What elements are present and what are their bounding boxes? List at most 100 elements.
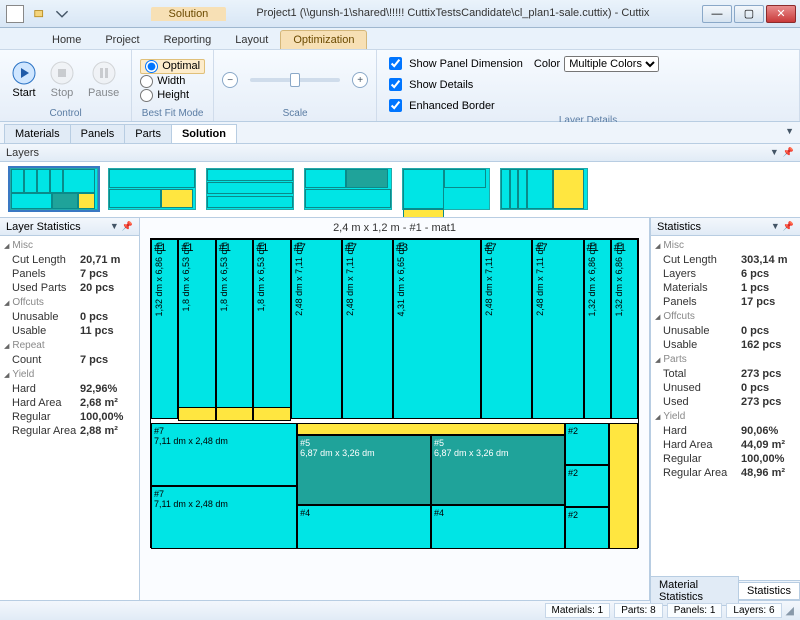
stat-row: Layers6 pcs bbox=[655, 267, 796, 281]
fitmode-height-radio[interactable] bbox=[140, 89, 153, 102]
cut-piece[interactable]: 1,32 dm x 6,86 dm#1 bbox=[151, 239, 178, 419]
layout-canvas[interactable]: 2,4 m x 1,2 m - #1 - mat1 1,32 dm x 6,86… bbox=[140, 218, 650, 600]
offcut-piece[interactable] bbox=[609, 423, 638, 549]
stat-row: Hard92,96% bbox=[4, 382, 135, 396]
qat-open-icon[interactable] bbox=[30, 4, 50, 24]
cut-piece[interactable]: 1,8 dm x 6,53 dm#1 bbox=[216, 239, 253, 419]
fitmode-width[interactable]: Width bbox=[140, 75, 205, 88]
ribbon-tab-optimization[interactable]: Optimization bbox=[280, 30, 367, 49]
layers-dropdown-icon[interactable]: ▼ bbox=[770, 147, 779, 158]
cut-piece[interactable]: 2,48 dm x 7,11 dm#7 bbox=[481, 239, 532, 419]
cut-piece[interactable]: 4,31 dm x 6,65 dm#3 bbox=[393, 239, 482, 419]
start-button[interactable]: Start bbox=[8, 59, 40, 101]
titlebar: Solution Project1 (\\gunsh-1\shared\!!!!… bbox=[0, 0, 800, 28]
start-label: Start bbox=[12, 87, 35, 99]
cut-piece[interactable]: 2,48 dm x 7,11 dm#7 bbox=[291, 239, 342, 419]
cut-piece[interactable]: 1,32 dm x 6,86 dm#1 bbox=[611, 239, 638, 419]
stats-dropdown-icon[interactable]: ▼ bbox=[771, 221, 780, 232]
ribbon-tab-project[interactable]: Project bbox=[93, 31, 151, 49]
stats-title: Statistics bbox=[657, 221, 701, 233]
resize-grip-icon[interactable]: ◢ bbox=[786, 604, 794, 617]
cut-piece[interactable]: 1,8 dm x 6,53 dm#1 bbox=[253, 239, 290, 419]
ribbon-group-layerdetails: Show Panel Dimension Color Multiple Colo… bbox=[377, 50, 800, 121]
tab-materials[interactable]: Materials bbox=[4, 124, 71, 143]
status-layers: Layers: 6 bbox=[726, 603, 781, 618]
layer-thumb-5[interactable] bbox=[402, 168, 490, 210]
stat-group[interactable]: Yield bbox=[4, 367, 135, 382]
cut-piece[interactable]: 1,32 dm x 6,86 dm#1 bbox=[584, 239, 611, 419]
zoom-slider[interactable] bbox=[250, 78, 340, 82]
offcut-piece[interactable] bbox=[297, 423, 565, 435]
stat-group[interactable]: Offcuts bbox=[4, 295, 135, 310]
ribbon-tab-layout[interactable]: Layout bbox=[223, 31, 280, 49]
cut-piece[interactable]: #77,11 dm x 2,48 dm bbox=[151, 423, 297, 486]
fitmode-height[interactable]: Height bbox=[140, 89, 205, 102]
cut-piece[interactable]: 1,8 dm x 6,53 dm#1 bbox=[178, 239, 215, 419]
offcut-piece[interactable] bbox=[178, 407, 215, 421]
stat-group[interactable]: Repeat bbox=[4, 338, 135, 353]
stat-group[interactable]: Parts bbox=[655, 352, 796, 367]
ribbon-tabs: Home Project Reporting Layout Optimizati… bbox=[0, 28, 800, 50]
cut-piece[interactable]: #4 bbox=[431, 505, 565, 549]
stat-row: Regular Area48,96 m² bbox=[655, 466, 796, 480]
stats-bottom-tabs: Material Statistics Statistics bbox=[651, 580, 800, 600]
close-button[interactable]: ✕ bbox=[766, 5, 796, 23]
stats-pin-icon[interactable]: 📌 bbox=[783, 221, 794, 232]
offcut-piece[interactable] bbox=[253, 407, 290, 421]
layer-thumb-4[interactable] bbox=[304, 168, 392, 210]
pause-label: Pause bbox=[88, 87, 119, 99]
fitmode-optimal-radio[interactable] bbox=[145, 60, 158, 73]
cut-piece[interactable]: #2 bbox=[565, 465, 609, 507]
ribbon-tab-home[interactable]: Home bbox=[40, 31, 93, 49]
tab-material-statistics[interactable]: Material Statistics bbox=[650, 576, 739, 606]
zoom-slider-thumb[interactable] bbox=[290, 73, 300, 87]
tab-panels[interactable]: Panels bbox=[70, 124, 126, 143]
cut-piece[interactable]: 2,48 dm x 7,11 dm#7 bbox=[532, 239, 583, 419]
cut-piece[interactable]: #2 bbox=[565, 507, 609, 549]
layerstats-pin-icon[interactable]: 📌 bbox=[122, 221, 133, 232]
stat-group[interactable]: Misc bbox=[655, 238, 796, 253]
enhanced-border[interactable]: Enhanced Border bbox=[385, 96, 659, 115]
zoom-out-button[interactable]: − bbox=[222, 72, 238, 88]
doc-tabs-dropdown-icon[interactable]: ▼ bbox=[785, 126, 794, 136]
fitmode-width-radio[interactable] bbox=[140, 75, 153, 88]
layerstats-dropdown-icon[interactable]: ▼ bbox=[110, 221, 119, 232]
stat-row: Cut Length303,14 m bbox=[655, 253, 796, 267]
stat-group[interactable]: Misc bbox=[4, 238, 135, 253]
layer-thumb-6[interactable] bbox=[500, 168, 588, 210]
qat-dropdown-icon[interactable] bbox=[52, 4, 72, 24]
ribbon-group-scale: − + Scale bbox=[214, 50, 377, 121]
scale-group-label: Scale bbox=[222, 108, 368, 121]
zoom-in-button[interactable]: + bbox=[352, 72, 368, 88]
tab-solution[interactable]: Solution bbox=[171, 124, 237, 143]
cut-piece[interactable]: #77,11 dm x 2,48 dm bbox=[151, 486, 297, 549]
tab-statistics[interactable]: Statistics bbox=[738, 582, 800, 600]
show-details[interactable]: Show Details bbox=[385, 75, 659, 94]
minimize-button[interactable]: — bbox=[702, 5, 732, 23]
stat-row: Materials1 pcs bbox=[655, 281, 796, 295]
pause-button[interactable]: Pause bbox=[84, 59, 123, 101]
app-icon[interactable] bbox=[6, 5, 24, 23]
control-group-label: Control bbox=[8, 108, 123, 121]
tab-parts[interactable]: Parts bbox=[124, 124, 172, 143]
stop-button[interactable]: Stop bbox=[46, 59, 78, 101]
maximize-button[interactable]: ▢ bbox=[734, 5, 764, 23]
cut-piece[interactable]: #56,87 dm x 3,26 dm bbox=[297, 435, 431, 505]
stat-group[interactable]: Yield bbox=[655, 409, 796, 424]
stat-row: Cut Length20,71 m bbox=[4, 253, 135, 267]
color-select[interactable]: Multiple Colors bbox=[564, 56, 659, 72]
layers-pin-icon[interactable]: 📌 bbox=[783, 147, 794, 158]
ribbon-tab-reporting[interactable]: Reporting bbox=[152, 31, 224, 49]
show-panel-dimension[interactable]: Show Panel Dimension Color Multiple Colo… bbox=[385, 54, 659, 73]
cut-piece[interactable]: #56,87 dm x 3,26 dm bbox=[431, 435, 565, 505]
cut-piece[interactable]: #4 bbox=[297, 505, 431, 549]
sheet: 1,32 dm x 6,86 dm#11,8 dm x 6,53 dm#11,8… bbox=[150, 238, 639, 548]
layer-thumb-3[interactable] bbox=[206, 168, 294, 210]
layer-thumb-2[interactable] bbox=[108, 168, 196, 210]
stat-group[interactable]: Offcuts bbox=[655, 309, 796, 324]
fitmode-optimal[interactable]: Optimal bbox=[140, 59, 205, 74]
cut-piece[interactable]: 2,48 dm x 7,11 dm#7 bbox=[342, 239, 393, 419]
offcut-piece[interactable] bbox=[216, 407, 253, 421]
layer-thumb-1[interactable] bbox=[10, 168, 98, 210]
cut-piece[interactable]: #2 bbox=[565, 423, 609, 465]
